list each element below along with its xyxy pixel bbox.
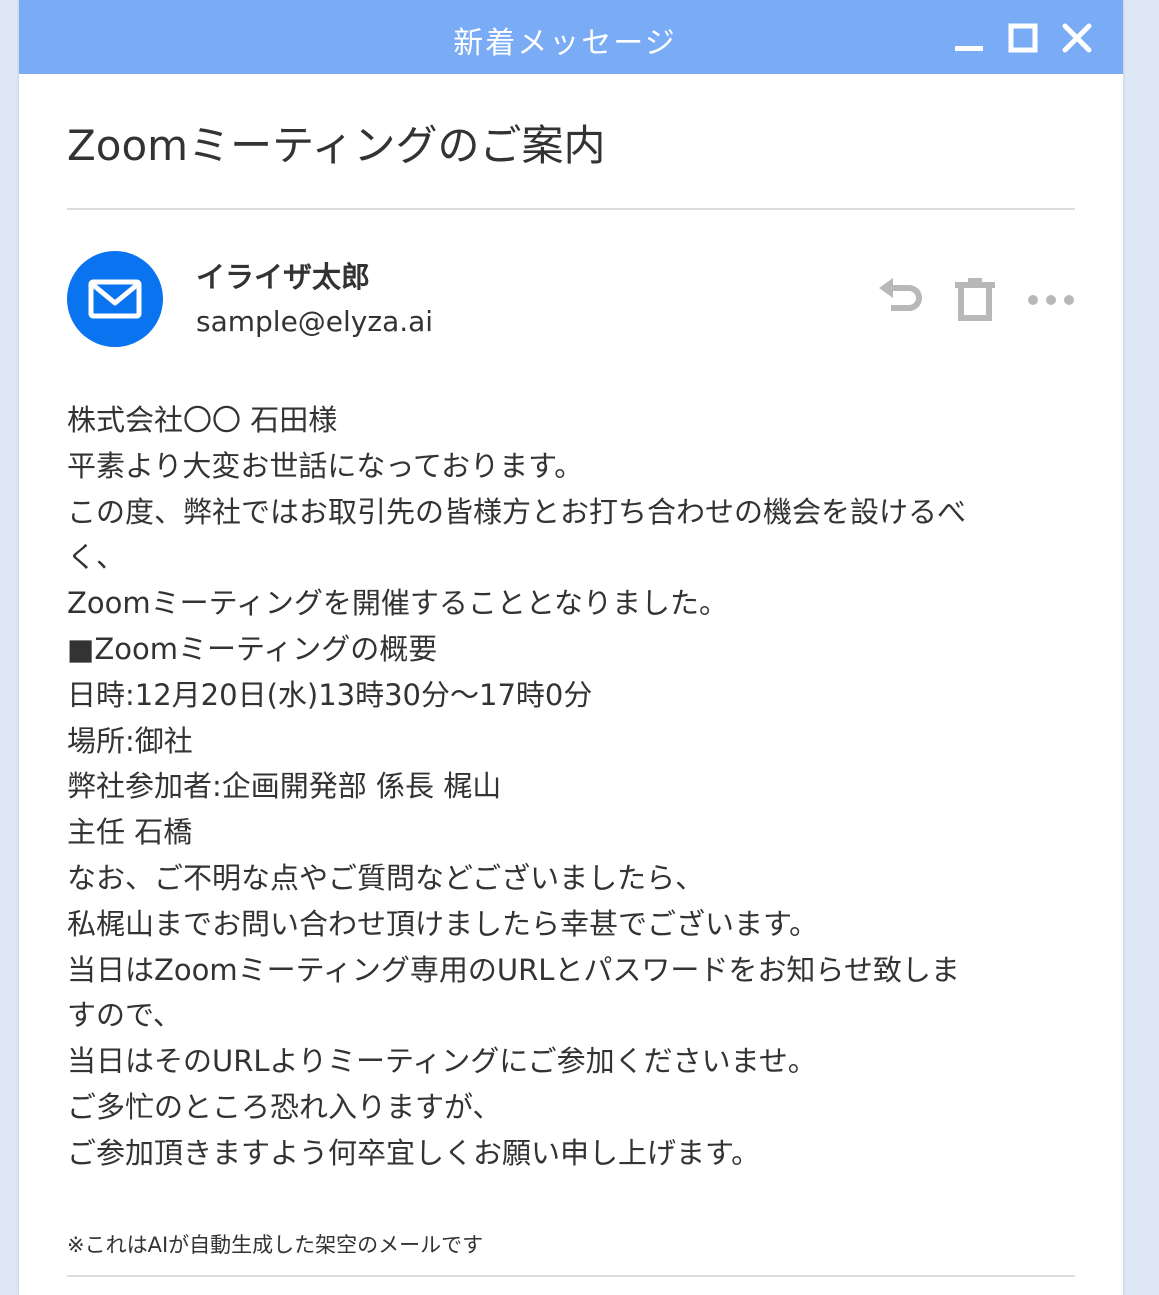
body-line: 平素より大変お世話になっております。 [67,448,584,483]
sender-avatar [67,251,163,347]
body-line: ご多忙のところ恐れ入りますが、 [67,1089,502,1124]
delete-button[interactable] [951,278,999,322]
minimize-icon [955,46,983,51]
maximize-button[interactable] [1007,22,1039,54]
email-body: 株式会社〇〇 石田様 平素より大変お世話になっております。 この度、弊社ではお取… [67,398,1077,1177]
footer-divider [67,1275,1075,1277]
body-line: すので、 [67,998,182,1033]
reply-button[interactable] [877,278,925,322]
body-line: 当日はZoomミーティング専用のURLとパスワードをお知らせ致しま [67,952,960,987]
more-options-button[interactable] [1025,278,1074,322]
body-line: この度、弊社ではお取引先の皆様方とお打ち合わせの機会を設けるべ [67,494,967,529]
body-line: 弊社参加者:企画開発部 係長 梶山 [67,769,502,804]
window-title: 新着メッセージ [453,26,677,61]
ai-generated-footnote: ※これはAIが自動生成した架空のメールです [67,1233,484,1257]
close-icon [1062,23,1092,53]
minimize-button[interactable] [953,22,985,54]
body-line: Zoomミーティングを開催することとなりました。 [67,586,728,621]
mail-envelope-icon [88,279,142,319]
body-line: 当日はそのURLよりミーティングにご参加くださいませ。 [67,1044,817,1079]
body-line: 日時:12月20日(水)13時30分〜17時0分 [67,677,593,712]
close-button[interactable] [1061,22,1093,54]
title-bar: 新着メッセージ [19,0,1123,74]
body-line: く、 [67,540,126,575]
delete-icon [955,278,995,321]
maximize-icon [1008,23,1038,53]
more-icon [1028,295,1074,305]
header-divider [67,208,1075,210]
sender-email: sample@elyza.ai [196,305,434,338]
body-line: 場所:御社 [67,723,193,758]
body-line: ■Zoomミーティングの概要 [67,631,438,666]
email-subject: Zoomミーティングのご案内 [67,121,606,170]
message-window: 新着メッセージ Zoomミーティングのご案内 イライザ太郎 sample@ely… [19,0,1123,1295]
body-line: 私梶山までお問い合わせ頂けましたら幸甚でございます。 [67,906,819,941]
sender-name: イライザ太郎 [196,260,371,294]
body-line: なお、ご不明な点やご質問などございましたら、 [67,860,705,895]
body-line: ご参加頂きますよう何卒宜しくお願い申し上げます。 [67,1135,761,1170]
body-line: 株式会社〇〇 石田様 [67,403,338,437]
body-line: 主任 石橋 [67,815,193,850]
reply-icon [879,278,922,311]
